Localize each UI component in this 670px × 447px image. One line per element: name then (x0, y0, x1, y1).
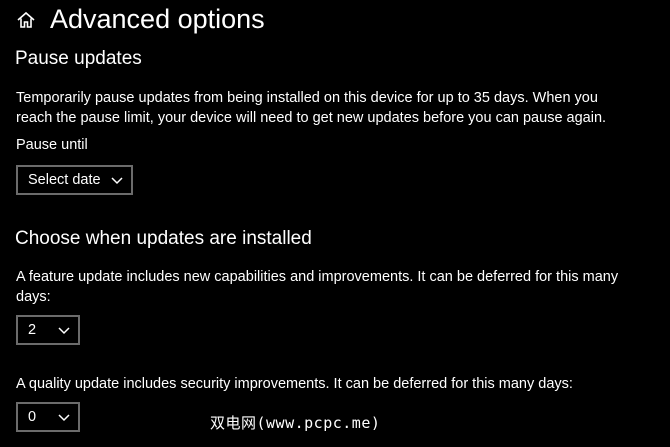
quality-deferral-value: 0 (28, 409, 37, 425)
page-header: Advanced options (16, 0, 265, 38)
pause-description: Temporarily pause updates from being ins… (16, 88, 606, 128)
pause-description-line2: reach the pause limit, your device will … (16, 110, 607, 126)
feature-description-line2: days: (16, 289, 51, 305)
choose-when-heading: Choose when updates are installed (15, 228, 312, 249)
quality-deferral-dropdown[interactable]: 0 (16, 402, 80, 432)
feature-update-description: A feature update includes new capabiliti… (16, 267, 618, 307)
select-date-dropdown[interactable]: Select date (16, 165, 133, 195)
chevron-down-icon (111, 177, 123, 185)
quality-update-description: A quality update includes security impro… (16, 376, 573, 392)
chevron-down-icon (58, 327, 70, 335)
feature-description-line1: A feature update includes new capabiliti… (16, 269, 619, 285)
select-date-value: Select date (28, 172, 101, 188)
pause-until-label: Pause until (16, 137, 88, 153)
home-icon[interactable] (16, 10, 36, 30)
page-title: Advanced options (50, 3, 265, 34)
feature-deferral-dropdown[interactable]: 2 (16, 315, 80, 345)
pause-updates-heading: Pause updates (15, 48, 142, 69)
chevron-down-icon (58, 414, 70, 422)
feature-deferral-value: 2 (28, 322, 37, 338)
watermark: 双电网(www.pcpc.me) (210, 414, 381, 432)
pause-description-line1: Temporarily pause updates from being ins… (16, 90, 598, 106)
